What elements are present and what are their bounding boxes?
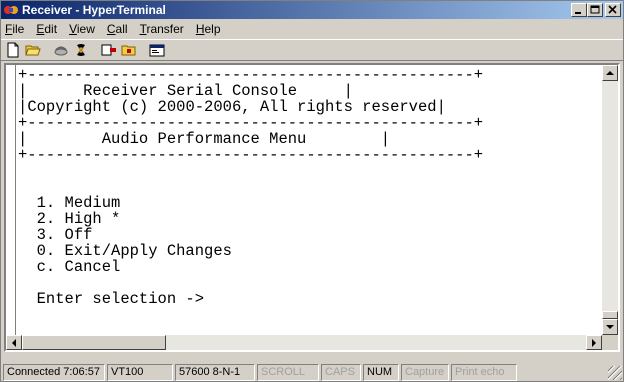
maximize-button[interactable] (587, 3, 603, 17)
receive-icon[interactable] (119, 41, 139, 59)
status-num: NUM (363, 364, 399, 381)
scroll-up-button[interactable] (602, 65, 618, 81)
status-bar: Connected 7:06:57 VT100 57600 8-N-1 SCRO… (1, 363, 623, 382)
status-emulation: VT100 (107, 364, 173, 381)
menu-call-accel: C (106, 22, 116, 36)
terminal-gutter (6, 65, 16, 335)
terminal-screen[interactable]: +---------------------------------------… (6, 65, 602, 335)
title-bar[interactable]: Receiver - HyperTerminal (1, 1, 623, 19)
menu-bar: File Edit View Call Transfer Help (1, 20, 623, 38)
status-caps: CAPS (321, 364, 361, 381)
console-text: +---------------------------------------… (18, 66, 484, 308)
console-option: c. Cancel (36, 258, 121, 276)
menu-file[interactable]: File (5, 22, 24, 36)
menu-transfer-rest: ransfer (146, 22, 184, 36)
arrow-down-icon (606, 325, 614, 329)
arrow-left-icon (12, 338, 16, 347)
terminal-frame: +---------------------------------------… (4, 63, 620, 352)
scroll-down-button[interactable] (602, 319, 618, 335)
status-scroll: SCROLL (257, 364, 319, 381)
disconnect-icon[interactable] (71, 41, 91, 59)
arrow-right-icon (592, 338, 596, 347)
hyperterminal-app-icon[interactable] (3, 3, 19, 17)
menu-help[interactable]: Help (196, 22, 221, 36)
toolbar (1, 39, 623, 61)
menu-transfer[interactable]: Transfer (140, 22, 184, 36)
send-icon[interactable] (99, 41, 119, 59)
horizontal-scroll-thumb[interactable] (22, 335, 166, 350)
close-button[interactable] (605, 3, 621, 17)
status-print-echo: Print echo (451, 364, 517, 381)
menu-call-rest: all (115, 22, 128, 36)
arrow-up-icon (606, 71, 614, 75)
minimize-button[interactable] (571, 3, 587, 17)
menu-view[interactable]: View (69, 22, 95, 36)
status-port: 57600 8-N-1 (175, 364, 255, 381)
menu-view-accel: V (69, 22, 77, 36)
vertical-scrollbar[interactable] (602, 65, 618, 335)
resize-grip[interactable] (608, 365, 622, 380)
window-title: Receiver - HyperTerminal (22, 3, 166, 17)
menu-edit-rest: dit (44, 22, 58, 36)
menu-file-rest: ile (12, 22, 25, 36)
scroll-right-button[interactable] (586, 335, 602, 350)
scroll-left-button[interactable] (6, 335, 22, 350)
menu-help-rest: elp (204, 22, 221, 36)
menu-call[interactable]: Call (107, 22, 128, 36)
horizontal-scrollbar[interactable] (6, 335, 602, 350)
vertical-scroll-thumb[interactable] (602, 311, 618, 319)
properties-icon[interactable] (147, 41, 167, 59)
menu-view-rest: iew (76, 22, 95, 36)
scrollbar-corner (602, 335, 618, 350)
new-icon[interactable] (3, 41, 23, 59)
status-capture: Capture (401, 364, 449, 381)
status-connected: Connected 7:06:57 (3, 364, 105, 381)
open-icon[interactable] (23, 41, 43, 59)
console-prompt: Enter selection -> (36, 290, 205, 308)
menu-edit[interactable]: Edit (36, 22, 57, 36)
hyperterminal-window: Receiver - HyperTerminal File Edit View … (0, 0, 624, 382)
console-border-bottom: +---------------------------------------… (18, 146, 484, 164)
call-icon[interactable] (51, 41, 71, 59)
